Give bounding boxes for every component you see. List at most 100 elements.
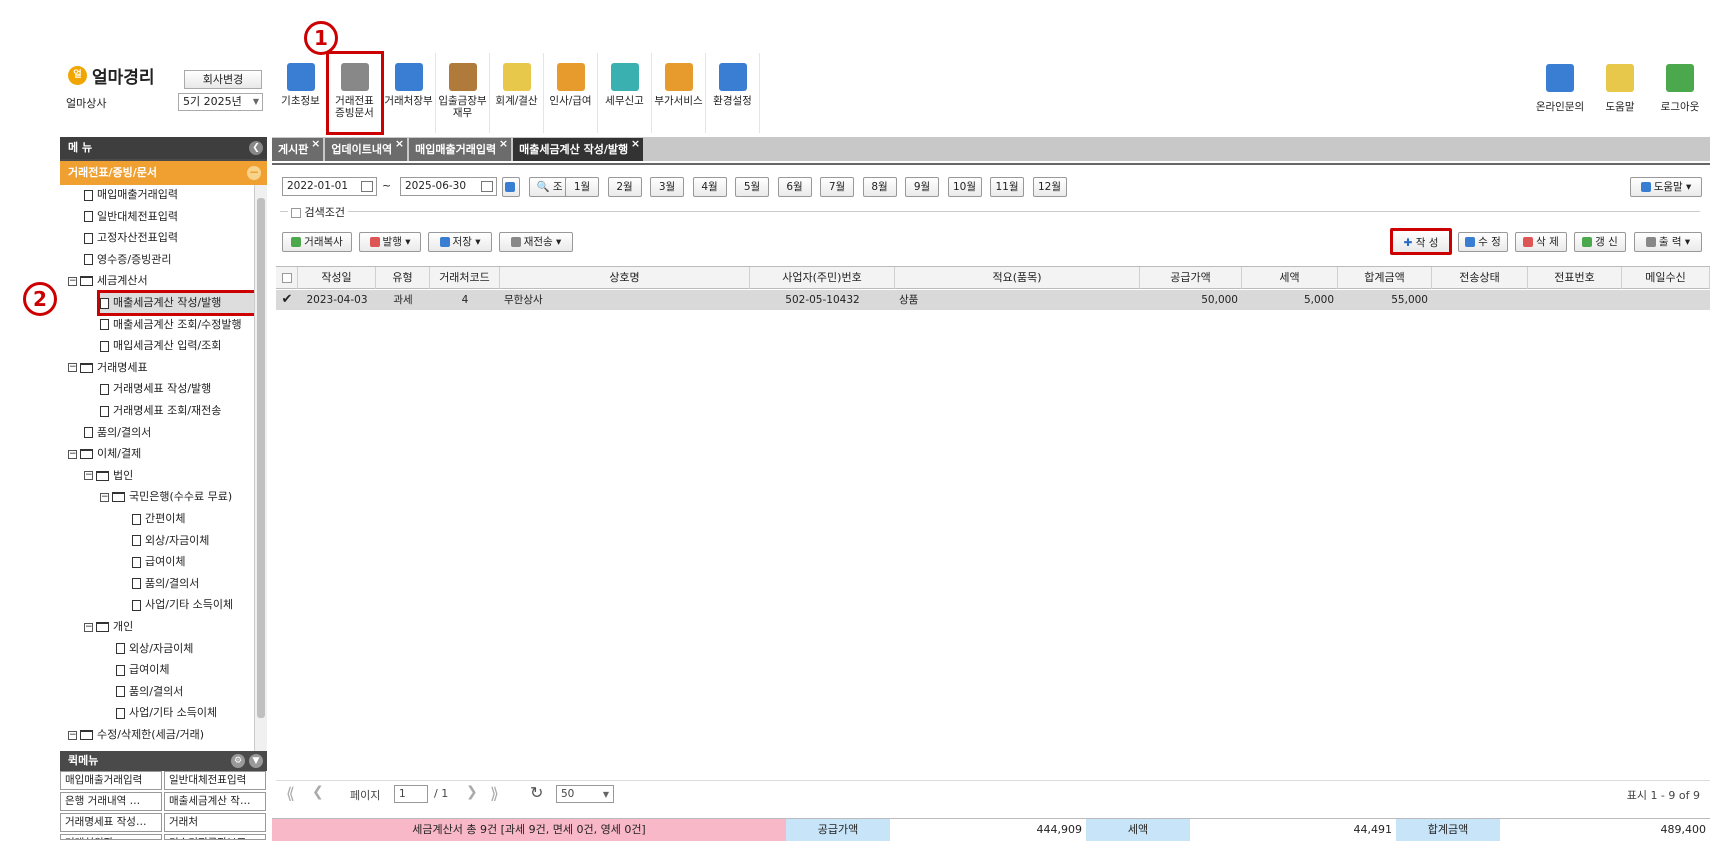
nav-basic-info[interactable]: 기초정보 — [274, 53, 328, 133]
column-header[interactable]: 전송상태 — [1432, 267, 1528, 289]
month-button[interactable]: 3월 — [650, 177, 684, 197]
create-button[interactable]: ✚ 작 성 — [1390, 228, 1452, 255]
close-icon[interactable]: × — [311, 132, 320, 155]
tree-item[interactable]: 고정자산전표입력 — [84, 228, 178, 248]
nav-hr[interactable]: 인사/급여 — [544, 53, 598, 133]
tree-item[interactable]: 급여이체 — [132, 552, 185, 572]
collapse-toggle-icon[interactable]: − — [68, 363, 77, 373]
nav-tax[interactable]: 세무신고 — [598, 53, 652, 133]
tab-board[interactable]: 게시판 × — [272, 137, 324, 161]
month-button[interactable]: 2월 — [607, 177, 642, 197]
nav-voucher-document[interactable]: 거래전표 증빙문서 — [326, 51, 384, 135]
quick-item[interactable]: 은행 거래내역 … — [60, 792, 162, 811]
app-logo[interactable]: 얼 얼마경리 — [68, 63, 155, 88]
column-header[interactable]: 전표번호 — [1528, 267, 1622, 289]
tree-item-selected[interactable]: 매출세금계산 작성/발행 — [97, 290, 265, 316]
next-page-icon[interactable]: ❯ — [466, 784, 478, 800]
month-button[interactable]: 5월 — [735, 177, 769, 197]
tree-folder[interactable]: − 거래명세표 — [68, 358, 148, 378]
quick-item[interactable]: 거래명세표 작성… — [60, 813, 162, 832]
tree-item[interactable]: 매입세금계산 입력/조회 — [100, 336, 221, 356]
collapse-toggle-icon[interactable]: − — [84, 471, 93, 481]
prev-page-icon[interactable]: ❮ — [312, 784, 324, 800]
table-row[interactable]: ✔ 2023-04-03 과세 4 무한상사 502-05-10432 상품 50,000 5… — [276, 290, 1710, 310]
month-button[interactable]: 4월 — [692, 177, 727, 197]
month-button[interactable]: 10월 — [947, 177, 982, 197]
column-header[interactable]: 메일수신 — [1622, 267, 1710, 289]
close-icon[interactable]: × — [631, 132, 640, 155]
collapse-toggle-icon[interactable]: − — [68, 449, 77, 459]
select-all-checkbox[interactable] — [281, 273, 292, 283]
close-icon[interactable]: × — [499, 132, 508, 155]
tree-item[interactable]: 급여이체 — [116, 660, 169, 680]
tree-item[interactable]: 거래명세표 작성/발행 — [100, 379, 211, 399]
reload-icon[interactable]: ↻ — [530, 783, 543, 802]
column-header[interactable]: 상호명 — [500, 267, 750, 289]
issue-button[interactable]: 발행 ▾ — [359, 232, 421, 252]
resend-button[interactable]: 재전송 ▾ — [499, 232, 573, 252]
collapse-toggle-icon[interactable]: − — [68, 276, 77, 286]
collapse-toggle-icon[interactable]: − — [100, 492, 109, 502]
tree-item[interactable]: 품의/결의서 — [132, 574, 199, 594]
tab-purchase-sales-entry[interactable]: 매입매출거래입력 × — [409, 137, 512, 161]
nav-settings[interactable]: 환경설정 — [706, 53, 760, 133]
gear-icon[interactable]: ⚙ — [231, 754, 245, 768]
tree-folder[interactable]: − 세금계산서 — [68, 271, 148, 291]
tree-item[interactable]: 매입매출거래입력 — [84, 185, 178, 205]
month-button[interactable]: 1월 — [565, 177, 599, 197]
column-header[interactable]: 합계금액 — [1338, 267, 1432, 289]
nav-help[interactable]: 도움말 — [1590, 60, 1650, 114]
month-button[interactable]: 8월 — [862, 177, 897, 197]
collapse-toggle-icon[interactable]: − — [68, 730, 77, 740]
month-button[interactable]: 11월 — [990, 177, 1024, 197]
nav-logout[interactable]: 로그아웃 — [1650, 60, 1710, 114]
column-header[interactable]: 세액 — [1242, 267, 1338, 289]
delete-button[interactable]: 삭 제 — [1515, 232, 1567, 252]
collapse-toggle-icon[interactable]: − — [84, 622, 93, 632]
tree-folder[interactable]: − 개인 — [84, 617, 133, 637]
edit-button[interactable]: 수 정 — [1458, 232, 1508, 252]
tree-scrollbar[interactable] — [254, 185, 267, 751]
tree-item[interactable]: 사업/기타 소득이체 — [132, 595, 233, 615]
column-header[interactable]: 공급가액 — [1140, 267, 1242, 289]
select-all-header[interactable] — [276, 267, 298, 289]
quick-item[interactable]: 거래처 — [164, 813, 266, 832]
tree-item[interactable]: 품의/결의서 — [116, 682, 183, 702]
menu-group-header[interactable]: 거래전표/증빙/문서 − — [60, 161, 267, 185]
scrollbar-thumb[interactable] — [257, 198, 265, 718]
first-page-icon[interactable]: ⟪ — [286, 784, 295, 803]
collapse-icon[interactable]: ❮ — [249, 141, 263, 155]
column-header[interactable]: 거래처코드 — [430, 267, 500, 289]
date-from-input[interactable]: 2022-01-01 — [282, 177, 377, 196]
month-button[interactable]: 12월 — [1032, 177, 1067, 197]
column-header[interactable]: 적요(품목) — [895, 267, 1140, 289]
tab-sales-tax-invoice[interactable]: 매출세금계산 작성/발행 × — [513, 137, 644, 161]
close-icon[interactable]: × — [395, 132, 404, 155]
search-condition-checkbox[interactable] — [291, 208, 301, 218]
tab-update-history[interactable]: 업데이트내역 × — [325, 137, 408, 161]
column-header[interactable]: 작성일 — [298, 267, 376, 289]
minus-icon[interactable]: − — [247, 166, 261, 180]
tree-folder[interactable]: − 수정/삭제한(세금/거래) — [68, 725, 204, 745]
refresh-button[interactable]: 갱 신 — [1574, 232, 1626, 252]
nav-extra-service[interactable]: 부가서비스 — [652, 53, 706, 133]
tree-item[interactable]: 일반대체전표입력 — [84, 207, 178, 227]
quick-item[interactable]: 거래처원장 — [60, 834, 162, 840]
last-page-icon[interactable]: ⟫ — [490, 784, 499, 803]
company-change-button[interactable]: 회사변경 — [184, 70, 262, 89]
tree-item[interactable]: 외상/자금이체 — [116, 639, 193, 659]
print-button[interactable]: 출 력 ▾ — [1634, 232, 1702, 252]
chevron-down-icon[interactable]: ▼ — [249, 754, 263, 768]
column-header[interactable]: 사업자(주민)번호 — [750, 267, 895, 289]
tree-folder[interactable]: − 국민은행(수수료 무료) — [100, 487, 232, 507]
per-page-select[interactable]: 50 ▼ — [556, 785, 614, 803]
tree-folder[interactable]: − 이체/결제 — [68, 444, 141, 464]
period-select[interactable]: 5기 2025년 ▼ — [178, 93, 263, 111]
tree-item[interactable]: 외상/자금이체 — [132, 531, 209, 551]
copy-transaction-button[interactable]: 거래복사 — [282, 232, 352, 252]
page-input[interactable]: 1 — [394, 785, 428, 803]
row-checkbox[interactable]: ✔ — [276, 290, 298, 310]
month-button[interactable]: 7월 — [820, 177, 854, 197]
save-button[interactable]: 저장 ▾ — [428, 232, 492, 252]
nav-accounting[interactable]: 회계/결산 — [490, 53, 544, 133]
